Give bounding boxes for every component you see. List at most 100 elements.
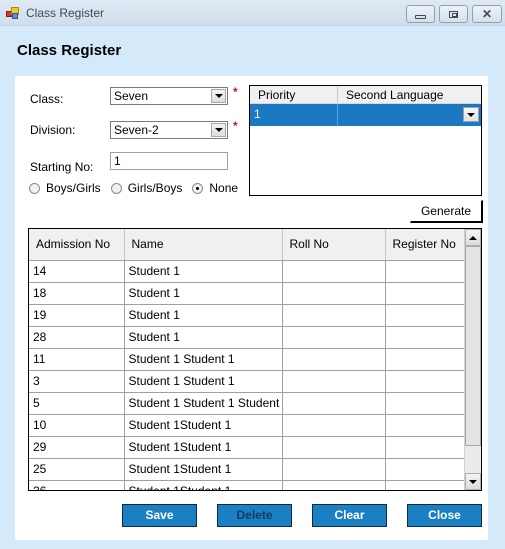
- students-grid[interactable]: Admission No Name Roll No Register No 14…: [28, 228, 482, 491]
- maximize-icon: [449, 10, 458, 18]
- table-row[interactable]: 25 Student 1Student 1: [29, 458, 465, 481]
- name-cell[interactable]: Student 1 Student 1 Student 1: [124, 392, 283, 415]
- admission-no-cell[interactable]: 26: [29, 480, 125, 490]
- priority-grid-header: Priority Second Language: [250, 86, 481, 104]
- column-header-roll-no[interactable]: Roll No: [282, 229, 386, 261]
- name-cell[interactable]: Student 1Student 1: [124, 458, 283, 481]
- delete-button[interactable]: Delete: [217, 504, 292, 527]
- scroll-track[interactable]: [465, 446, 481, 473]
- register-no-cell[interactable]: [385, 282, 465, 305]
- name-cell[interactable]: Student 1: [124, 260, 283, 283]
- admission-no-cell[interactable]: 19: [29, 304, 125, 327]
- radio-boys-girls[interactable]: Boys/Girls: [29, 181, 101, 195]
- table-row[interactable]: 26 Student 1Student 1: [29, 480, 465, 490]
- table-row[interactable]: 18 Student 1: [29, 282, 465, 305]
- table-row[interactable]: 10 Student 1Student 1: [29, 414, 465, 437]
- column-header-second-language[interactable]: Second Language: [338, 86, 451, 103]
- scroll-up-button[interactable]: [465, 229, 481, 246]
- scroll-down-button[interactable]: [465, 473, 481, 490]
- roll-no-cell[interactable]: [282, 304, 386, 327]
- register-no-cell[interactable]: [385, 436, 465, 459]
- admission-no-cell[interactable]: 14: [29, 260, 125, 283]
- minimize-icon: [415, 14, 426, 19]
- name-cell[interactable]: Student 1Student 1: [124, 436, 283, 459]
- dropdown-arrow-icon[interactable]: [211, 123, 226, 137]
- class-select-value: Seven: [114, 89, 149, 103]
- second-language-cell[interactable]: [338, 104, 481, 126]
- roll-no-cell[interactable]: [282, 392, 386, 415]
- name-cell[interactable]: Student 1 Student 1: [124, 348, 283, 371]
- name-cell[interactable]: Student 1Student 1: [124, 414, 283, 437]
- register-no-cell[interactable]: [385, 480, 465, 490]
- vertical-scrollbar[interactable]: [464, 229, 481, 490]
- priority-grid[interactable]: Priority Second Language 1: [249, 85, 482, 196]
- name-cell[interactable]: Student 1: [124, 304, 283, 327]
- register-no-cell[interactable]: [385, 326, 465, 349]
- roll-no-cell[interactable]: [282, 370, 386, 393]
- table-row[interactable]: 3 Student 1 Student 1: [29, 370, 465, 393]
- dropdown-arrow-icon[interactable]: [463, 107, 479, 122]
- table-row[interactable]: 29 Student 1Student 1: [29, 436, 465, 459]
- admission-no-cell[interactable]: 3: [29, 370, 125, 393]
- table-row[interactable]: 28 Student 1: [29, 326, 465, 349]
- admission-no-cell[interactable]: 11: [29, 348, 125, 371]
- admission-no-cell[interactable]: 28: [29, 326, 125, 349]
- column-header-register-no[interactable]: Register No: [385, 229, 465, 261]
- roll-no-cell[interactable]: [282, 282, 386, 305]
- register-no-cell[interactable]: [385, 414, 465, 437]
- column-header-admission-no[interactable]: Admission No: [29, 229, 125, 261]
- admission-no-cell[interactable]: 10: [29, 414, 125, 437]
- register-no-cell[interactable]: [385, 304, 465, 327]
- table-row[interactable]: 5 Student 1 Student 1 Student 1: [29, 392, 465, 415]
- roll-no-cell[interactable]: [282, 458, 386, 481]
- name-cell[interactable]: Student 1: [124, 326, 283, 349]
- column-header-name[interactable]: Name: [124, 229, 283, 261]
- admission-no-cell[interactable]: 25: [29, 458, 125, 481]
- division-label: Division:: [30, 123, 76, 137]
- roll-no-cell[interactable]: [282, 480, 386, 490]
- radio-circle-icon[interactable]: [29, 182, 40, 194]
- scroll-thumb[interactable]: [465, 246, 481, 446]
- starting-no-input[interactable]: 1: [110, 152, 228, 170]
- close-window-button[interactable]: ✕: [472, 5, 502, 23]
- priority-grid-row[interactable]: 1: [250, 104, 481, 126]
- close-button[interactable]: Close: [407, 504, 482, 527]
- radio-none[interactable]: None: [192, 181, 238, 195]
- radio-circle-icon[interactable]: [110, 182, 122, 194]
- minimize-button[interactable]: [406, 5, 435, 23]
- save-button[interactable]: Save: [122, 504, 197, 527]
- arrow-up-icon: [469, 235, 477, 240]
- radio-label: Boys/Girls: [46, 181, 101, 195]
- page-title: Class Register: [17, 42, 122, 59]
- radio-circle-selected-icon[interactable]: [192, 182, 204, 194]
- admission-no-cell[interactable]: 29: [29, 436, 125, 459]
- maximize-button[interactable]: [439, 5, 468, 23]
- roll-no-cell[interactable]: [282, 326, 386, 349]
- column-header-priority[interactable]: Priority: [250, 86, 338, 103]
- roll-no-cell[interactable]: [282, 260, 386, 283]
- name-cell[interactable]: Student 1: [124, 282, 283, 305]
- priority-cell[interactable]: 1: [250, 104, 338, 126]
- generate-button[interactable]: Generate: [410, 200, 483, 223]
- name-cell[interactable]: Student 1 Student 1: [124, 370, 283, 393]
- roll-no-cell[interactable]: [282, 348, 386, 371]
- table-row[interactable]: 14 Student 1: [29, 260, 465, 283]
- roll-no-cell[interactable]: [282, 436, 386, 459]
- register-no-cell[interactable]: [385, 392, 465, 415]
- register-no-cell[interactable]: [385, 260, 465, 283]
- roll-no-cell[interactable]: [282, 414, 386, 437]
- table-row[interactable]: 11 Student 1 Student 1: [29, 348, 465, 371]
- class-select[interactable]: Seven: [110, 87, 228, 105]
- register-no-cell[interactable]: [385, 458, 465, 481]
- dropdown-arrow-icon[interactable]: [211, 89, 226, 103]
- division-select[interactable]: Seven-2: [110, 121, 228, 139]
- register-no-cell[interactable]: [385, 370, 465, 393]
- register-no-cell[interactable]: [385, 348, 465, 371]
- radio-girls-boys[interactable]: Girls/Boys: [110, 181, 182, 195]
- name-cell[interactable]: Student 1Student 1: [124, 480, 283, 490]
- table-row[interactable]: 19 Student 1: [29, 304, 465, 327]
- admission-no-cell[interactable]: 5: [29, 392, 125, 415]
- admission-no-cell[interactable]: 18: [29, 282, 125, 305]
- clear-button[interactable]: Clear: [312, 504, 387, 527]
- window-title: Class Register: [26, 6, 105, 20]
